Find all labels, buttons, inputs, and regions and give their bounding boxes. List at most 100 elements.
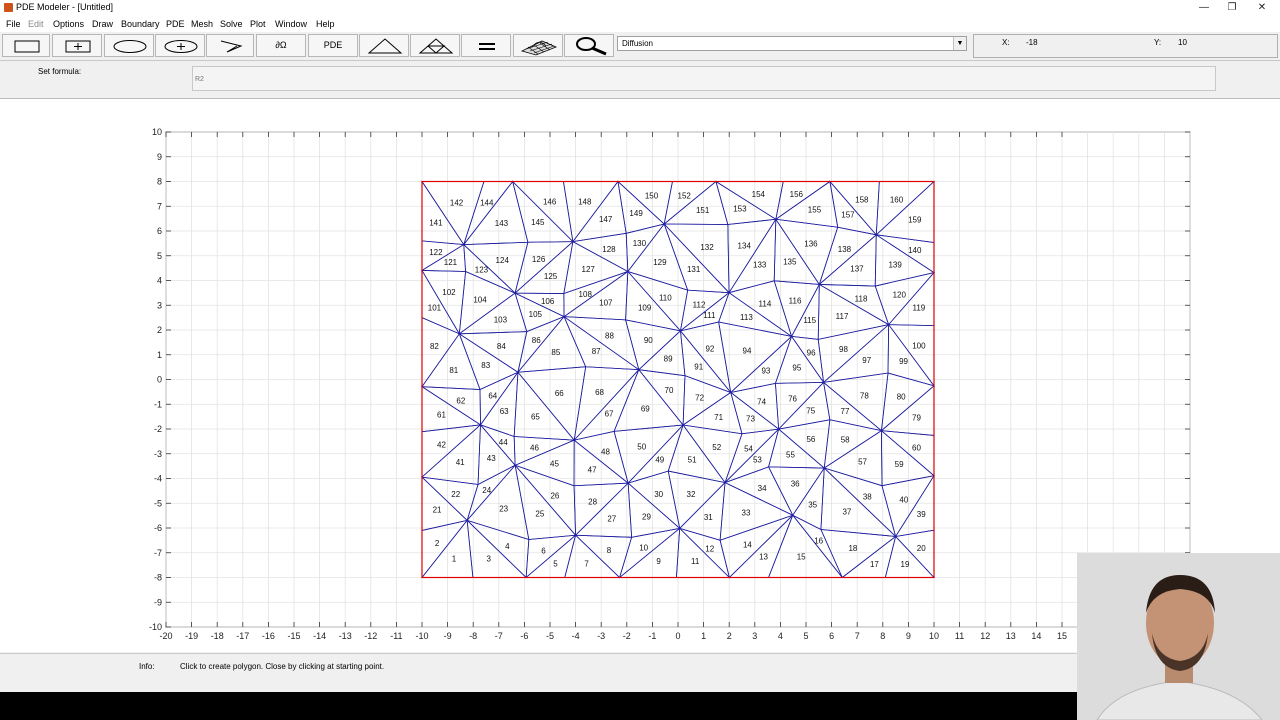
triangle-label: 90 [644, 336, 653, 345]
triangle-label: 122 [429, 248, 443, 257]
triangle-label: 14 [743, 540, 752, 549]
matlab-icon [4, 3, 13, 12]
triangle-label: 132 [700, 243, 714, 252]
refine-mesh-button[interactable] [410, 34, 460, 57]
x-tick-label: 13 [1006, 631, 1016, 641]
triangle-label: 159 [908, 216, 922, 225]
boundary-mode-button[interactable]: ∂Ω [256, 34, 306, 57]
draw-polygon-button[interactable] [206, 34, 254, 57]
x-tick-label: -7 [495, 631, 503, 641]
triangle-label: 79 [912, 413, 921, 422]
menu-pde[interactable]: PDE [166, 19, 185, 29]
x-tick-label: -6 [520, 631, 528, 641]
y-tick-label: 0 [157, 375, 162, 385]
menu-draw[interactable]: Draw [92, 19, 113, 29]
menu-help[interactable]: Help [316, 19, 335, 29]
triangle-label: 88 [605, 331, 614, 340]
x-tick-label: 4 [778, 631, 783, 641]
triangle-label: 140 [908, 246, 922, 255]
triangle-label: 108 [579, 290, 593, 299]
triangle-label: 73 [746, 414, 755, 423]
menu-edit[interactable]: Edit [28, 19, 44, 29]
triangle-label: 26 [550, 491, 559, 500]
menu-window[interactable]: Window [275, 19, 307, 29]
triangle-label: 86 [532, 336, 541, 345]
menu-mesh[interactable]: Mesh [191, 19, 213, 29]
triangle-label: 61 [437, 410, 446, 419]
triangle-label: 36 [791, 479, 800, 488]
triangle-label: 44 [499, 438, 508, 447]
x-tick-label: 7 [855, 631, 860, 641]
x-tick-label: 5 [803, 631, 808, 641]
menu-options[interactable]: Options [53, 19, 84, 29]
triangle-label: 43 [487, 454, 496, 463]
x-tick-label: 8 [880, 631, 885, 641]
triangle-label: 97 [862, 356, 871, 365]
draw-ellipse-centered-button[interactable] [155, 34, 205, 57]
triangle-label: 74 [757, 398, 766, 407]
y-tick-label: 6 [157, 226, 162, 236]
y-coord-value: 10 [1178, 38, 1187, 47]
triangle-label: 138 [838, 245, 852, 254]
triangle-label: 100 [912, 341, 926, 350]
triangle-label: 3 [486, 554, 491, 563]
minimize-button[interactable]: — [1192, 1, 1216, 14]
x-tick-label: -1 [648, 631, 656, 641]
triangle-label: 136 [804, 240, 818, 249]
triangle-label: 51 [688, 456, 697, 465]
y-tick-label: -2 [154, 424, 162, 434]
y-tick-label: 9 [157, 152, 162, 162]
triangle-label: 115 [803, 316, 816, 325]
close-button[interactable]: ✕ [1250, 1, 1274, 14]
x-tick-label: -10 [415, 631, 428, 641]
triangle-label: 4 [505, 542, 510, 551]
chevron-down-icon[interactable]: ▼ [953, 37, 966, 50]
triangle-label: 15 [797, 553, 806, 562]
title-bar: PDE Modeler - [Untitled] — ❐ ✕ [0, 0, 1280, 16]
draw-ellipse-button[interactable] [104, 34, 154, 57]
x-tick-label: -8 [469, 631, 477, 641]
draw-rectangle-centered-button[interactable] [52, 34, 102, 57]
x-tick-label: 15 [1057, 631, 1067, 641]
x-tick-label: -11 [390, 631, 402, 641]
restore-button[interactable]: ❐ [1220, 1, 1244, 14]
info-label: Info: [139, 662, 155, 671]
x-tick-label: -19 [185, 631, 198, 641]
menu-boundary[interactable]: Boundary [121, 19, 160, 29]
x-tick-label: -15 [287, 631, 300, 641]
solve-pde-button[interactable] [461, 34, 511, 57]
triangle-label: 114 [759, 299, 772, 308]
triangle-label: 148 [578, 198, 592, 207]
application-select[interactable]: Diffusion ▼ [617, 36, 967, 51]
triangle-label: 81 [449, 366, 458, 375]
triangle-label: 37 [842, 507, 851, 516]
triangle-label: 152 [678, 192, 692, 201]
x-tick-label: 9 [906, 631, 911, 641]
triangle-label: 106 [541, 297, 555, 306]
triangle-label: 145 [531, 218, 545, 227]
plot-solution-button[interactable] [513, 34, 563, 57]
triangle-label: 118 [855, 294, 868, 303]
set-formula-input[interactable]: R2 [192, 66, 1216, 91]
draw-rectangle-button[interactable] [2, 34, 50, 57]
triangle-label: 107 [599, 299, 613, 308]
menu-file[interactable]: File [6, 19, 21, 29]
x-tick-label: -18 [211, 631, 224, 641]
triangle-label: 17 [870, 560, 879, 569]
zoom-button[interactable] [564, 34, 614, 57]
rectangle-centered-icon [65, 40, 91, 53]
triangle-label: 84 [497, 342, 506, 351]
x-tick-label: -5 [546, 631, 554, 641]
menu-plot[interactable]: Plot [250, 19, 266, 29]
triangle-label: 121 [444, 258, 458, 267]
x-tick-label: -3 [597, 631, 605, 641]
menu-solve[interactable]: Solve [220, 19, 243, 29]
triangle-label: 60 [912, 443, 921, 452]
pde-specification-button[interactable]: PDE [308, 34, 358, 57]
menu-bar: File Edit Options Draw Boundary PDE Mesh… [0, 16, 1280, 32]
triangle-label: 30 [654, 490, 663, 499]
triangle-label: 8 [607, 546, 612, 555]
set-formula-label: Set formula: [38, 67, 82, 76]
y-tick-label: 3 [157, 300, 162, 310]
initialize-mesh-button[interactable] [359, 34, 409, 57]
